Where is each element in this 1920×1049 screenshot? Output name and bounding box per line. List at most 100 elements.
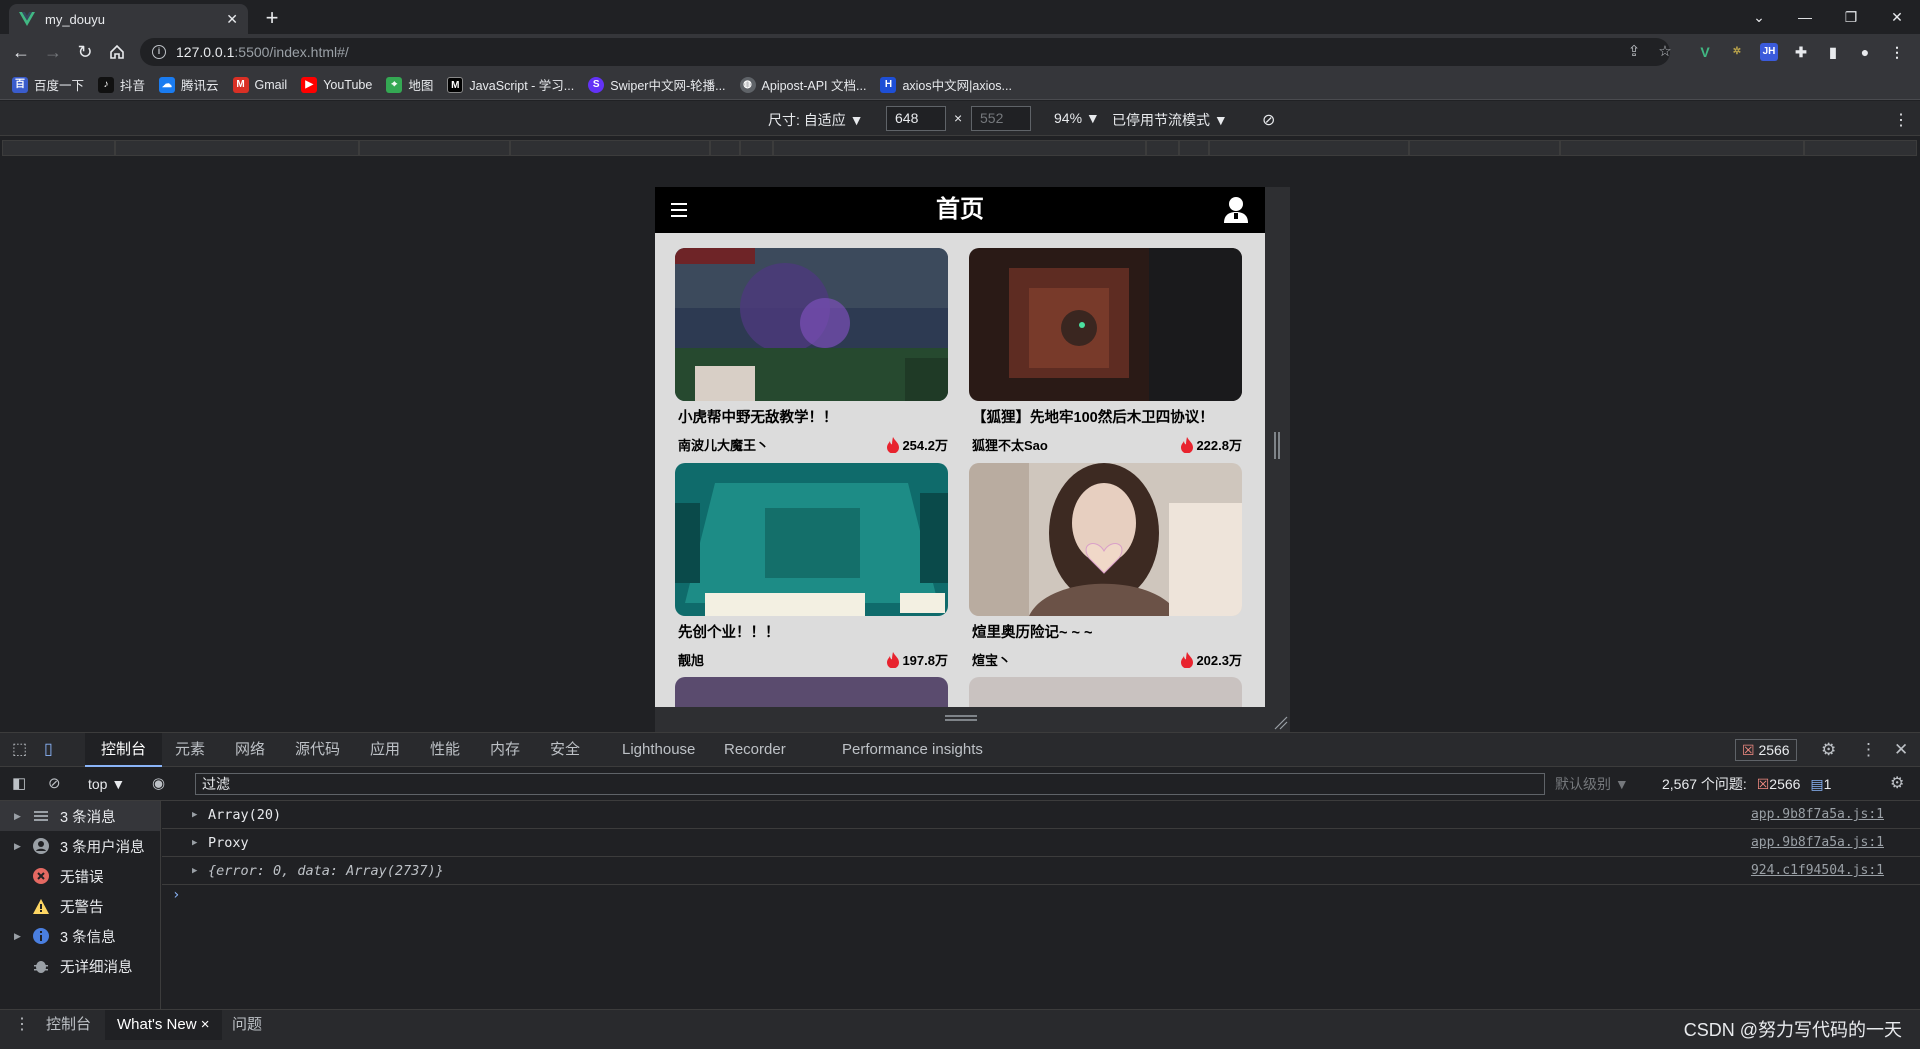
bookmark-item[interactable]: ◍ Apipost-API 文档...: [739, 75, 866, 94]
bookmark-item[interactable]: S Swiper中文网-轮播...: [588, 75, 726, 94]
close-window-button[interactable]: ✕: [1874, 0, 1920, 34]
sidebar-toggle-icon[interactable]: ◧: [12, 767, 26, 801]
bookmark-item[interactable]: M JavaScript - 学习...: [447, 75, 574, 94]
drawer-menu-icon[interactable]: ⋮: [14, 1010, 30, 1040]
resize-handle-right[interactable]: [1265, 187, 1290, 732]
device-more-icon[interactable]: ⋮: [1893, 110, 1909, 130]
tab-close-icon[interactable]: ✕: [226, 11, 238, 28]
settings-gear-icon[interactable]: ⚙: [1821, 733, 1836, 767]
live-room-card[interactable]: [675, 677, 948, 707]
clear-console-icon[interactable]: ⊘: [48, 767, 61, 801]
expand-arrow-icon[interactable]: ▶: [14, 841, 26, 852]
drawer-tab-whats-new[interactable]: What's New ×: [105, 1010, 222, 1040]
tab-recorder[interactable]: Recorder: [724, 733, 786, 767]
tab-memory[interactable]: 内存: [490, 733, 520, 767]
expand-arrow-icon[interactable]: ▶: [192, 829, 197, 857]
address-bar[interactable]: i 127.0.0.1:5500/index.html#/: [140, 38, 1670, 66]
live-room-card[interactable]: 【狐狸】先地牢100然后木卫四协议！ 狐狸不太Sao 222.8万: [969, 248, 1242, 454]
back-icon[interactable]: ←: [7, 38, 35, 66]
drawer-tab-issues[interactable]: 问题: [232, 1010, 262, 1040]
expand-arrow-icon[interactable]: ▶: [192, 801, 197, 829]
bookmark-item[interactable]: ▶ YouTube: [301, 76, 372, 93]
device-toggle-icon[interactable]: ▯: [44, 733, 53, 767]
user-icon[interactable]: [1223, 196, 1249, 224]
context-select[interactable]: top ▼: [88, 767, 125, 801]
restore-button[interactable]: ❐: [1828, 0, 1874, 34]
vue-devtools-icon[interactable]: V: [1696, 43, 1714, 61]
bookmark-item[interactable]: ☁ 腾讯云: [159, 75, 219, 94]
profile-icon[interactable]: ●: [1856, 43, 1874, 61]
site-info-icon[interactable]: i: [152, 45, 166, 59]
console-log-row[interactable]: ▶ Array(20) app.9b8f7a5a.js:1: [162, 801, 1920, 829]
sidebar-item-user-messages[interactable]: ▶ 3 条用户消息: [0, 831, 160, 861]
expand-arrow-icon[interactable]: ▶: [14, 811, 26, 822]
share-icon[interactable]: ⇪: [1624, 42, 1644, 62]
console-settings-icon[interactable]: ⚙: [1890, 767, 1904, 801]
menu-icon[interactable]: [671, 203, 687, 217]
devtools-menu-icon[interactable]: ⋮: [1860, 733, 1877, 767]
live-room-card[interactable]: 先创个业！！！ 靓旭 197.8万: [675, 463, 948, 669]
browser-tab[interactable]: my_douyu ✕: [9, 4, 248, 34]
tab-sources[interactable]: 源代码: [295, 733, 340, 767]
tab-search-icon[interactable]: ⌄: [1736, 0, 1782, 34]
extension-icon[interactable]: ✲: [1728, 43, 1746, 61]
console-prompt[interactable]: ›: [172, 887, 180, 903]
more-menu-icon[interactable]: ⋮: [1888, 43, 1906, 61]
tab-performance[interactable]: 性能: [430, 733, 460, 767]
new-tab-button[interactable]: +: [258, 4, 286, 32]
sidebar-item-messages[interactable]: ▶ 3 条消息: [0, 801, 160, 831]
home-icon[interactable]: [103, 38, 131, 66]
tab-lighthouse[interactable]: Lighthouse: [622, 733, 695, 767]
console-log-row[interactable]: ▶ Proxy app.9b8f7a5a.js:1: [162, 829, 1920, 857]
log-level-select[interactable]: 默认级别 ▼: [1555, 767, 1629, 801]
bookmark-item[interactable]: Haxios中文网|axios...: [880, 75, 1012, 94]
forward-icon[interactable]: →: [39, 38, 67, 66]
tab-performance-insights[interactable]: Performance insights: [842, 733, 983, 767]
live-expression-eye-icon[interactable]: ◉: [152, 767, 165, 801]
expand-arrow-icon[interactable]: ▶: [14, 931, 26, 942]
height-input[interactable]: 552: [971, 106, 1031, 131]
tab-security[interactable]: 安全: [550, 733, 580, 767]
sidebar-item-warnings[interactable]: 无警告: [0, 891, 160, 921]
log-source-link[interactable]: 924.c1f94504.js:1: [1751, 857, 1884, 885]
console-filter-input[interactable]: 过滤: [195, 773, 1545, 795]
console-log-row[interactable]: ▶ {error: 0, data: Array(2737)} 924.c1f9…: [162, 857, 1920, 885]
sidebar-item-errors[interactable]: 无错误: [0, 861, 160, 891]
bookmark-item[interactable]: M Gmail: [232, 76, 287, 93]
resize-handle-bottom[interactable]: [655, 707, 1290, 732]
tab-network[interactable]: 网络: [235, 733, 265, 767]
zoom-select[interactable]: 94% ▼: [1054, 110, 1100, 126]
live-room-card[interactable]: [969, 677, 1242, 707]
drawer-close-icon[interactable]: ×: [201, 1016, 210, 1033]
reload-icon[interactable]: ↻: [71, 38, 99, 66]
extensions-puzzle-icon[interactable]: ✚: [1792, 43, 1810, 61]
bookmark-item[interactable]: 百百度一下: [12, 75, 84, 94]
error-count-badge[interactable]: ☒ 2566: [1735, 739, 1797, 761]
bookmark-star-icon[interactable]: ☆: [1655, 42, 1675, 62]
issues-counter[interactable]: 2,567 个问题: ☒2566 ▤1: [1662, 767, 1831, 801]
sidebar-item-info[interactable]: ▶ 3 条信息: [0, 921, 160, 951]
expand-arrow-icon[interactable]: ▶: [192, 857, 197, 885]
throttle-select[interactable]: 已停用节流模式 ▼: [1112, 110, 1228, 130]
dimensions-select[interactable]: 尺寸: 自适应 ▼: [768, 110, 864, 130]
tab-console[interactable]: 控制台: [85, 733, 163, 767]
tab-elements[interactable]: 元素: [175, 733, 205, 767]
side-panel-icon[interactable]: ▮: [1824, 43, 1842, 61]
live-room-card[interactable]: 煊里奥历险记~ ~ ~ 煊宝丶 202.3万: [969, 463, 1242, 669]
live-room-card[interactable]: 小虎帮中野无敌教学！！ 南波儿大魔王丶 254.2万: [675, 248, 948, 454]
media-query-bar[interactable]: [0, 137, 1920, 159]
bookmark-item[interactable]: ♪ 抖音: [98, 75, 145, 94]
rotate-icon[interactable]: ⊘: [1262, 110, 1275, 130]
list-icon: [32, 807, 50, 825]
drawer-tab-console[interactable]: 控制台: [46, 1010, 91, 1040]
jh-extension-icon[interactable]: JH: [1760, 43, 1778, 61]
bookmark-item[interactable]: ⌖ 地图: [386, 75, 433, 94]
log-source-link[interactable]: app.9b8f7a5a.js:1: [1751, 829, 1884, 857]
width-input[interactable]: 648: [886, 106, 946, 131]
minimize-button[interactable]: —: [1782, 0, 1828, 34]
log-source-link[interactable]: app.9b8f7a5a.js:1: [1751, 801, 1884, 829]
inspect-icon[interactable]: ⬚: [12, 733, 27, 767]
devtools-close-icon[interactable]: ✕: [1894, 733, 1908, 767]
sidebar-item-verbose[interactable]: 无详细消息: [0, 951, 160, 981]
tab-application[interactable]: 应用: [370, 733, 400, 767]
